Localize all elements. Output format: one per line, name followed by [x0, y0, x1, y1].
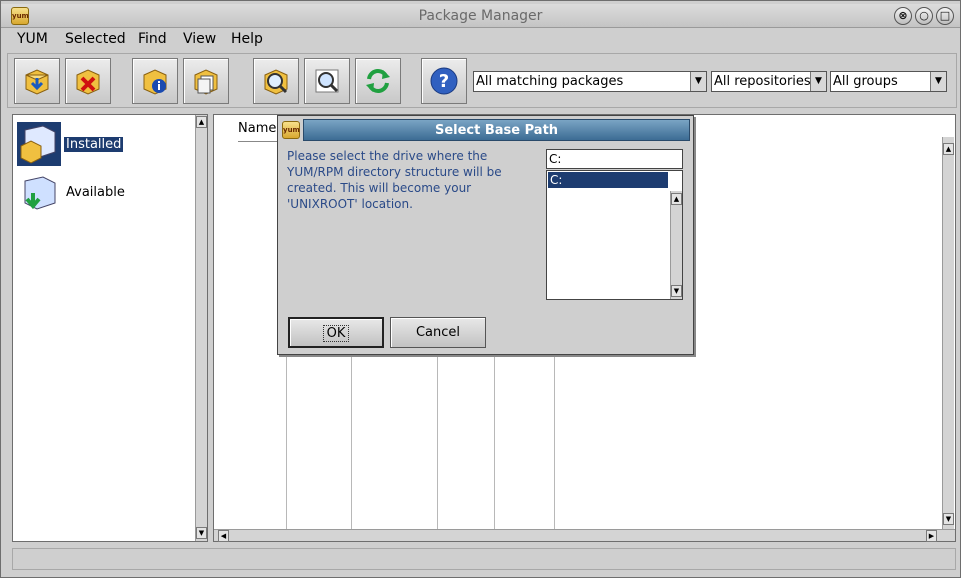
- yum-logo-icon: yum: [11, 7, 29, 25]
- header-divider: [238, 141, 280, 142]
- repository-filter-value: All repositories: [714, 74, 811, 89]
- scroll-down-icon[interactable]: ▼: [671, 285, 682, 297]
- refresh-button[interactable]: [355, 58, 401, 104]
- scroll-down-icon[interactable]: ▼: [943, 513, 954, 525]
- window-title: Package Manager: [418, 8, 543, 24]
- refresh-icon: [366, 69, 390, 93]
- menu-find[interactable]: Find: [138, 31, 167, 47]
- menu-bar: YUM Selected Find View Help: [1, 28, 960, 50]
- menu-help[interactable]: Help: [231, 31, 263, 47]
- cancel-button[interactable]: Cancel: [390, 317, 486, 348]
- scroll-right-icon[interactable]: ▶: [926, 530, 937, 542]
- menu-selected[interactable]: Selected: [65, 31, 126, 47]
- package-search-icon: [264, 69, 288, 95]
- drive-list[interactable]: C: ▲ ▼: [546, 170, 683, 300]
- installed-folder-icon: [17, 122, 61, 166]
- dialog-title[interactable]: Select Base Path: [303, 119, 690, 141]
- scroll-left-icon[interactable]: ◀: [218, 530, 229, 542]
- close-icon[interactable]: ⊗: [894, 7, 912, 25]
- toolbar: ? All matching packages ▼ All repositori…: [7, 53, 957, 108]
- package-install-icon: [25, 69, 49, 95]
- available-folder-icon: [24, 176, 56, 210]
- search-package-button[interactable]: [253, 58, 299, 104]
- find-icon: [315, 69, 339, 93]
- dialog-message: Please select the drive where the YUM/RP…: [287, 149, 502, 211]
- scroll-up-icon[interactable]: ▲: [671, 193, 682, 205]
- drive-list-item[interactable]: C:: [548, 172, 668, 188]
- group-filter-select[interactable]: All groups ▼: [830, 71, 947, 92]
- svg-text:?: ?: [439, 71, 449, 92]
- chevron-down-icon: ▼: [690, 72, 706, 91]
- package-manager-window: Package Manager yum ⊗ ○ □ YUM Selected F…: [0, 0, 961, 578]
- scroll-down-icon[interactable]: ▼: [196, 527, 207, 539]
- yum-logo-icon: yum: [282, 121, 300, 139]
- select-base-path-dialog: yum Select Base Path Please select the d…: [277, 115, 694, 355]
- minimize-icon[interactable]: ○: [915, 7, 933, 25]
- ok-button[interactable]: OK: [288, 317, 384, 348]
- help-icon: ?: [430, 67, 458, 95]
- package-files-icon: [194, 69, 218, 95]
- sidebar-item-label: Available: [66, 185, 125, 200]
- info-button[interactable]: [132, 58, 178, 104]
- package-filter-value: All matching packages: [476, 74, 624, 89]
- chevron-down-icon: ▼: [930, 72, 946, 91]
- scroll-up-icon[interactable]: ▲: [196, 116, 207, 128]
- drive-list-scrollbar[interactable]: ▲ ▼: [670, 191, 682, 299]
- sidebar-item-label: Installed: [64, 137, 124, 152]
- ok-button-label: OK: [322, 325, 350, 342]
- package-scrollbar-vertical[interactable]: ▲ ▼: [942, 137, 954, 529]
- category-scrollbar[interactable]: ▲ ▼: [195, 115, 207, 541]
- column-header-name[interactable]: Name: [238, 121, 276, 136]
- install-button[interactable]: [14, 58, 60, 104]
- menu-view[interactable]: View: [183, 31, 216, 47]
- group-filter-value: All groups: [833, 74, 898, 89]
- package-filter-select[interactable]: All matching packages ▼: [473, 71, 707, 92]
- scroll-up-icon[interactable]: ▲: [943, 143, 954, 155]
- title-bar[interactable]: Package Manager yum ⊗ ○ □: [1, 4, 960, 28]
- cancel-button-label: Cancel: [415, 325, 461, 340]
- find-button[interactable]: [304, 58, 350, 104]
- package-info-icon: [143, 69, 167, 95]
- remove-button[interactable]: [65, 58, 111, 104]
- status-bar: [12, 548, 956, 570]
- base-path-input[interactable]: C:: [546, 149, 683, 169]
- maximize-icon[interactable]: □: [936, 7, 954, 25]
- files-button[interactable]: [183, 58, 229, 104]
- package-scrollbar-horizontal[interactable]: ◀ ▶: [214, 529, 955, 542]
- chevron-down-icon: ▼: [810, 72, 826, 91]
- package-remove-icon: [76, 69, 100, 95]
- category-pane: Installed Available ▲ ▼: [12, 114, 208, 542]
- menu-yum[interactable]: YUM: [17, 31, 48, 47]
- sidebar-item-installed[interactable]: Installed: [17, 122, 187, 166]
- help-button[interactable]: ?: [421, 58, 467, 104]
- repository-filter-select[interactable]: All repositories ▼: [711, 71, 827, 92]
- sidebar-item-available[interactable]: Available: [17, 171, 187, 215]
